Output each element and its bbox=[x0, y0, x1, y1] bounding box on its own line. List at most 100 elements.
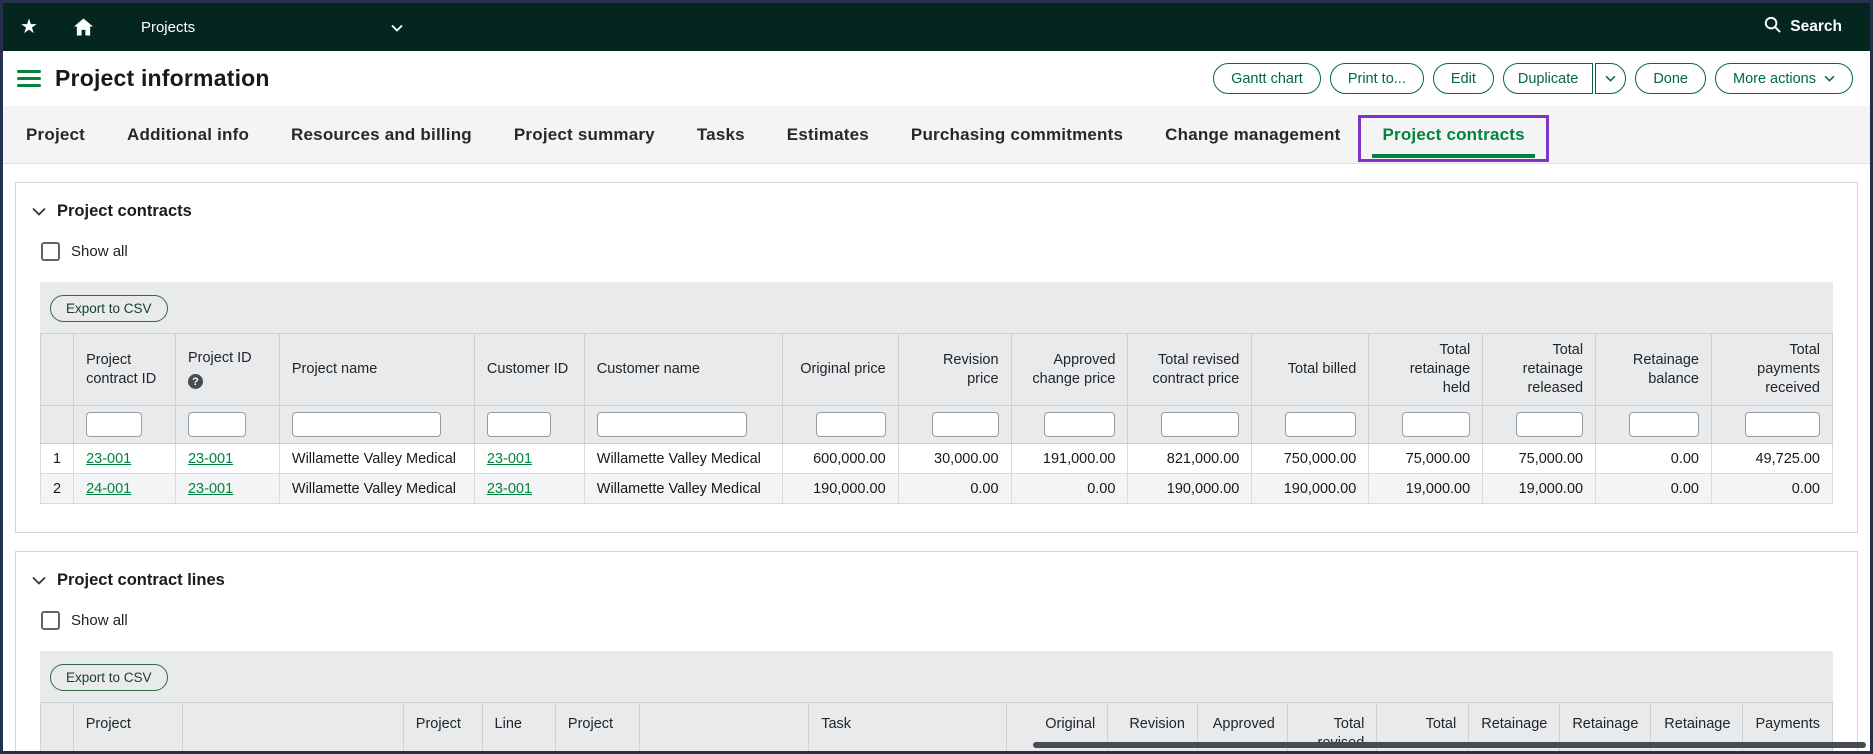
cell: 19,000.00 bbox=[1483, 474, 1596, 504]
cell-link[interactable]: 23-001 bbox=[188, 451, 233, 467]
cell: 190,000.00 bbox=[782, 474, 898, 504]
column-header-project-name[interactable]: Project name bbox=[279, 334, 474, 406]
show-all-checkbox[interactable] bbox=[41, 611, 60, 630]
column-header-customer-id[interactable]: Customer ID bbox=[474, 334, 584, 406]
cell: 821,000.00 bbox=[1128, 444, 1252, 474]
column-header-approved-change-price[interactable]: Approved change price bbox=[1011, 334, 1128, 406]
filter-input-retainage-balance[interactable] bbox=[1629, 412, 1699, 437]
duplicate-button[interactable]: Duplicate bbox=[1503, 63, 1593, 94]
cell: 30,000.00 bbox=[898, 444, 1011, 474]
cell-link[interactable]: 23-001 bbox=[188, 481, 233, 497]
filter-cell bbox=[279, 406, 474, 444]
column-header-revision-price[interactable]: Revision price bbox=[898, 334, 1011, 406]
column-header-total-retainage-released[interactable]: Total retainage released bbox=[1483, 334, 1596, 406]
cell-link[interactable]: 23-001 bbox=[86, 451, 131, 467]
search-button[interactable]: Search bbox=[1764, 16, 1842, 38]
column-header-project[interactable]: Project bbox=[555, 703, 639, 754]
tab-project-summary[interactable]: Project summary bbox=[493, 106, 676, 163]
filter-input-total-retainage-held[interactable] bbox=[1402, 412, 1470, 437]
filter-input-project-name[interactable] bbox=[292, 412, 441, 437]
cell-link[interactable]: 23-001 bbox=[487, 481, 532, 497]
filter-input-customer-name[interactable] bbox=[597, 412, 747, 437]
row-number-cell: 1 bbox=[41, 444, 74, 474]
column-header-blank bbox=[41, 703, 74, 754]
filter-row bbox=[41, 406, 1833, 444]
page-title: Project information bbox=[55, 65, 270, 92]
cell: 0.00 bbox=[1596, 444, 1712, 474]
tab-project-contracts[interactable]: Project contracts bbox=[1361, 106, 1545, 163]
column-header-total-revised-contract-price[interactable]: Total revised contract price bbox=[1128, 334, 1252, 406]
topbar: ★ Projects Search bbox=[3, 3, 1870, 51]
column-header-project-contract-id[interactable]: Project contract ID bbox=[74, 334, 176, 406]
cell-link[interactable]: 24-001 bbox=[86, 481, 131, 497]
filter-input-total-payments-received[interactable] bbox=[1745, 412, 1820, 437]
cell: 49,725.00 bbox=[1711, 444, 1832, 474]
cell: 23-001 bbox=[175, 444, 279, 474]
tab-change-management[interactable]: Change management bbox=[1144, 106, 1361, 163]
help-icon[interactable]: ? bbox=[188, 374, 203, 389]
list-menu-icon[interactable] bbox=[17, 70, 41, 87]
export-to-csv-button[interactable]: Export to CSV bbox=[50, 295, 168, 322]
filter-cell bbox=[41, 406, 74, 444]
column-header-line[interactable]: Line bbox=[482, 703, 555, 754]
search-label: Search bbox=[1790, 18, 1842, 36]
favorites-star-icon[interactable]: ★ bbox=[20, 17, 38, 37]
filter-input-project-contract-id[interactable] bbox=[86, 412, 142, 437]
show-all-row: Show all bbox=[41, 242, 1857, 261]
cell: 0.00 bbox=[1711, 474, 1832, 504]
tab-project[interactable]: Project bbox=[5, 106, 106, 163]
contracts-table-mount: Project contract IDProject ID?Project na… bbox=[40, 333, 1833, 504]
export-to-csv-button[interactable]: Export to CSV bbox=[50, 664, 168, 691]
tab-resources-and-billing[interactable]: Resources and billing bbox=[270, 106, 493, 163]
tab-additional-info[interactable]: Additional info bbox=[106, 106, 270, 163]
column-header-total-retainage-held[interactable]: Total retainage held bbox=[1369, 334, 1483, 406]
page-header: Project information Gantt chart Print to.… bbox=[3, 51, 1870, 106]
collapse-chevron-icon[interactable] bbox=[32, 207, 46, 216]
cell: 23-001 bbox=[175, 474, 279, 504]
done-button[interactable]: Done bbox=[1635, 63, 1706, 94]
projects-nav-dropdown[interactable]: Projects bbox=[141, 19, 403, 36]
projects-nav-label: Projects bbox=[141, 19, 195, 36]
filter-input-revision-price[interactable] bbox=[932, 412, 999, 437]
gantt-chart-button[interactable]: Gantt chart bbox=[1213, 63, 1321, 94]
filter-cell bbox=[1483, 406, 1596, 444]
column-header-retainage-balance[interactable]: Retainage balance bbox=[1596, 334, 1712, 406]
search-icon bbox=[1764, 16, 1781, 38]
edit-button[interactable]: Edit bbox=[1433, 63, 1494, 94]
cell: 23-001 bbox=[474, 474, 584, 504]
filter-input-total-billed[interactable] bbox=[1285, 412, 1356, 437]
collapse-chevron-icon[interactable] bbox=[32, 576, 46, 585]
show-all-checkbox[interactable] bbox=[41, 242, 60, 261]
cell: 23-001 bbox=[74, 444, 176, 474]
section-title: Project contracts bbox=[57, 202, 192, 221]
cell-link[interactable]: 23-001 bbox=[487, 451, 532, 467]
column-header-task[interactable]: Task bbox=[809, 703, 1007, 754]
column-header-project-id[interactable]: Project ID? bbox=[175, 334, 279, 406]
filter-cell bbox=[1369, 406, 1483, 444]
cell: 600,000.00 bbox=[782, 444, 898, 474]
home-icon[interactable] bbox=[74, 18, 93, 36]
filter-input-approved-change-price[interactable] bbox=[1044, 412, 1115, 437]
column-header-project[interactable]: Project bbox=[73, 703, 182, 754]
column-header-total-payments-received[interactable]: Total payments received bbox=[1711, 334, 1832, 406]
tab-purchasing-commitments[interactable]: Purchasing commitments bbox=[890, 106, 1144, 163]
filter-cell bbox=[1596, 406, 1712, 444]
filter-input-total-retainage-released[interactable] bbox=[1516, 412, 1583, 437]
column-header-original-price[interactable]: Original price bbox=[782, 334, 898, 406]
filter-input-original-price[interactable] bbox=[816, 412, 886, 437]
horizontal-scrollbar-thumb[interactable] bbox=[1033, 742, 1866, 748]
column-header-total-billed[interactable]: Total billed bbox=[1252, 334, 1369, 406]
print-to-button[interactable]: Print to... bbox=[1330, 63, 1424, 94]
section-header: Project contracts bbox=[16, 183, 1857, 221]
tab-tasks[interactable]: Tasks bbox=[676, 106, 766, 163]
column-header-project[interactable]: Project bbox=[403, 703, 482, 754]
more-actions-button[interactable]: More actions bbox=[1715, 63, 1853, 94]
filter-input-project-id[interactable] bbox=[188, 412, 246, 437]
duplicate-caret-button[interactable] bbox=[1595, 63, 1626, 94]
filter-input-total-revised-contract-price[interactable] bbox=[1161, 412, 1239, 437]
column-header-customer-name[interactable]: Customer name bbox=[584, 334, 782, 406]
filter-input-customer-id[interactable] bbox=[487, 412, 551, 437]
filter-cell bbox=[1711, 406, 1832, 444]
cell: 75,000.00 bbox=[1483, 444, 1596, 474]
tab-estimates[interactable]: Estimates bbox=[766, 106, 890, 163]
